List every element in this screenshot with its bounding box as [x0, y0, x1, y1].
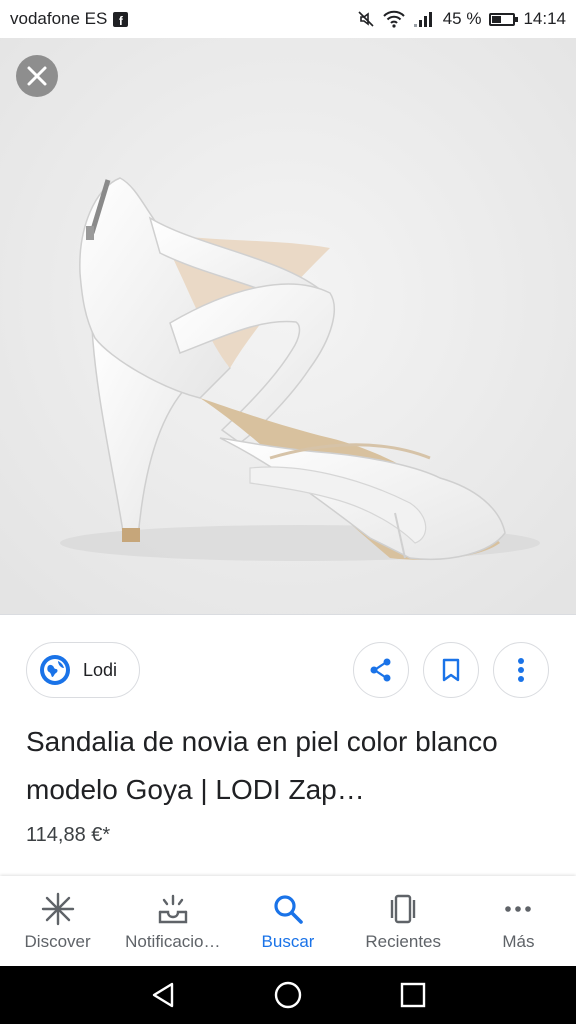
more-options-button[interactable]	[493, 642, 549, 698]
nav-label: Buscar	[261, 932, 315, 951]
mute-icon	[358, 11, 374, 27]
share-icon	[370, 658, 391, 682]
nav-label: Recientes	[365, 932, 442, 951]
sandal-image	[0, 38, 576, 614]
close-button[interactable]	[16, 55, 58, 97]
battery-icon	[489, 12, 519, 26]
status-bar: vodafone ES f 45 % 14:14	[0, 0, 576, 38]
bottom-navigation: Discover Notificacio… Buscar Recientes M…	[0, 876, 576, 966]
wifi-icon	[382, 10, 405, 28]
more-vert-icon	[518, 658, 524, 682]
carrier-label: vodafone ES	[10, 9, 108, 28]
battery-level-fill	[492, 15, 502, 23]
nav-more[interactable]: Más	[461, 876, 576, 966]
save-button[interactable]	[423, 642, 479, 698]
share-button[interactable]	[353, 642, 409, 698]
home-button[interactable]	[268, 975, 308, 1015]
result-title[interactable]: Sandalia de novia en piel color blanco m…	[26, 718, 556, 814]
recents-square-icon	[401, 982, 426, 1008]
status-bar-left: vodafone ES f	[10, 9, 129, 29]
more-horiz-icon	[505, 906, 532, 912]
signal-icon	[413, 12, 432, 27]
status-bar-right: 45 % 14:14	[357, 9, 566, 29]
nav-search[interactable]: Buscar	[230, 876, 345, 966]
nav-notifications[interactable]: Notificacio…	[115, 876, 230, 966]
recents-button[interactable]	[393, 975, 433, 1015]
recent-cards-icon	[391, 894, 416, 924]
nav-discover[interactable]: Discover	[0, 876, 115, 966]
search-icon	[274, 895, 303, 924]
home-circle-icon	[274, 981, 302, 1009]
image-preview[interactable]	[0, 38, 576, 614]
bookmark-icon	[442, 658, 460, 682]
asterisk-icon	[41, 892, 74, 926]
notifications-tray-icon	[158, 894, 187, 924]
nav-label: Notificacio…	[125, 932, 221, 951]
nav-label: Discover	[24, 932, 91, 951]
facebook-icon: f	[113, 11, 129, 27]
system-navigation-bar	[0, 966, 576, 1024]
result-price: 114,88 €*	[26, 824, 111, 846]
clock: 14:14	[523, 9, 566, 28]
divider	[0, 614, 576, 615]
nav-label: Más	[502, 932, 535, 951]
source-name: Lodi	[83, 659, 118, 680]
globe-icon	[40, 655, 70, 685]
close-icon	[27, 66, 47, 86]
nav-recents[interactable]: Recientes	[346, 876, 461, 966]
battery-percent: 45 %	[442, 9, 482, 28]
back-button[interactable]	[143, 975, 183, 1015]
back-triangle-icon	[152, 982, 173, 1008]
source-chip[interactable]: Lodi	[26, 642, 141, 698]
